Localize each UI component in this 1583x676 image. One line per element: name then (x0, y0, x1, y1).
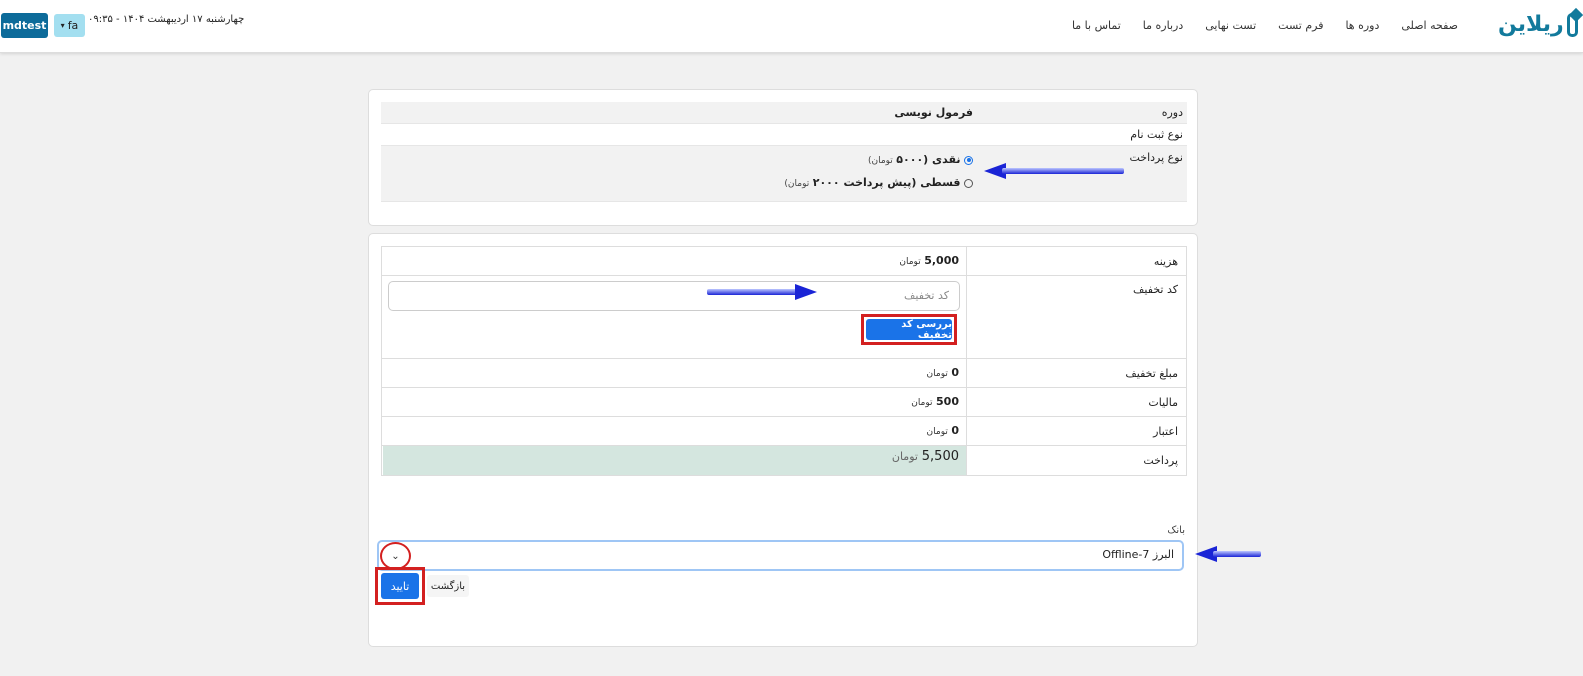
payment-total-unit: تومان (891, 450, 918, 463)
language-dropdown[interactable]: ▾ fa (54, 14, 85, 37)
payment-option-installment[interactable]: قسطی (پیش پرداخت ۲۰۰۰ تومان) (784, 176, 973, 189)
language-label: fa (67, 19, 79, 32)
confirm-label: تایید (381, 573, 419, 599)
nav-test-form[interactable]: فرم تست (1278, 19, 1323, 32)
cost-value: 5,000 (924, 254, 959, 267)
course-info-card: دوره فرمول نویسی نوع ثبت نام نوع پرداخت … (368, 89, 1198, 226)
check-discount-button[interactable]: بررسی کد تخفیف (861, 314, 957, 345)
nav-home[interactable]: صفحه اصلی (1401, 19, 1458, 32)
course-value: فرمول نویسی (894, 106, 973, 119)
credit-unit: تومان (926, 427, 948, 437)
back-button[interactable]: بازگشت (427, 575, 469, 597)
payment-option-cash[interactable]: نقدی (۵۰۰۰ تومان) (868, 153, 973, 166)
tax-wrap: 500 تومان (911, 395, 959, 408)
confirm-button[interactable]: تایید (375, 567, 425, 605)
reg-type-label: نوع ثبت نام (1130, 128, 1183, 141)
bank-select[interactable]: Offline-7 البرز ⌄ (377, 540, 1184, 571)
payment-type-label: نوع پرداخت (1129, 151, 1184, 164)
radio-installment[interactable] (964, 178, 973, 188)
discount-code-label: کد تخفیف (1133, 283, 1178, 296)
nav-final-test[interactable]: تست نهایی (1205, 19, 1256, 32)
reg-type-row (381, 124, 1187, 146)
nav-courses[interactable]: دوره ها (1345, 19, 1379, 32)
payment-total-wrap: 5,500 تومان (892, 449, 959, 464)
nav-contact[interactable]: تماس با ما (1072, 19, 1121, 32)
caret-down-icon: ▾ (60, 21, 65, 30)
nav-about[interactable]: درباره ما (1143, 19, 1183, 32)
course-label: دوره (1161, 106, 1183, 119)
installment-option-label: قسطی (پیش پرداخت ۲۰۰۰ (812, 176, 961, 189)
payment-card: هزینه 5,000 تومان کد تخفیف کد تخفیف بررس… (368, 233, 1198, 647)
cost-value-wrap: 5,000 تومان (899, 254, 959, 267)
discount-amount-label: مبلغ تخفیف (1125, 367, 1178, 380)
credit-label: اعتبار (1153, 425, 1178, 438)
payment-type-row (381, 146, 1187, 202)
installment-option-unit: تومان) (784, 179, 810, 189)
cash-option-label: نقدی (۵۰۰۰ (896, 153, 961, 166)
user-button[interactable]: mdtest (1, 13, 48, 38)
main-nav: صفحه اصلی دوره ها فرم تست تست نهایی دربا… (1072, 19, 1458, 32)
tax-label: مالیات (1148, 396, 1178, 409)
tax-unit: تومان (911, 398, 933, 408)
logo-mark-icon (1566, 13, 1578, 37)
payment-total-value: 5,500 (921, 449, 959, 464)
credit-wrap: 0 تومان (927, 424, 959, 437)
total-highlight (383, 445, 966, 475)
logo-text: ریلاین (1498, 12, 1565, 37)
chevron-down-icon[interactable]: ⌄ (380, 542, 411, 570)
site-logo[interactable]: ریلاین (1498, 10, 1578, 40)
tax-value: 500 (936, 395, 959, 408)
payment-label: پرداخت (1143, 454, 1178, 467)
credit-value: 0 (951, 424, 959, 437)
annotation-arrow-bank (1195, 546, 1261, 562)
discount-amount-unit: تومان (926, 369, 948, 379)
bank-selected-value: Offline-7 البرز (1102, 548, 1174, 561)
current-datetime: چهارشنبه ۱۷ اردیبهشت ۱۴۰۴ - ۰۹:۳۵ (88, 14, 245, 25)
cost-unit: تومان (899, 257, 921, 267)
radio-cash[interactable] (964, 155, 973, 165)
discount-amount-wrap: 0 تومان (927, 366, 959, 379)
discount-code-input[interactable]: کد تخفیف (388, 281, 960, 311)
bank-label: بانک (1167, 525, 1185, 536)
discount-amount-value: 0 (951, 366, 959, 379)
invoice-table: هزینه 5,000 تومان کد تخفیف کد تخفیف بررس… (381, 246, 1187, 476)
cost-label: هزینه (1153, 255, 1178, 268)
top-navbar: ریلاین صفحه اصلی دوره ها فرم تست تست نها… (0, 0, 1583, 53)
cash-option-unit: تومان) (867, 156, 893, 166)
course-row (381, 102, 1187, 124)
check-discount-label: بررسی کد تخفیف (866, 319, 952, 341)
